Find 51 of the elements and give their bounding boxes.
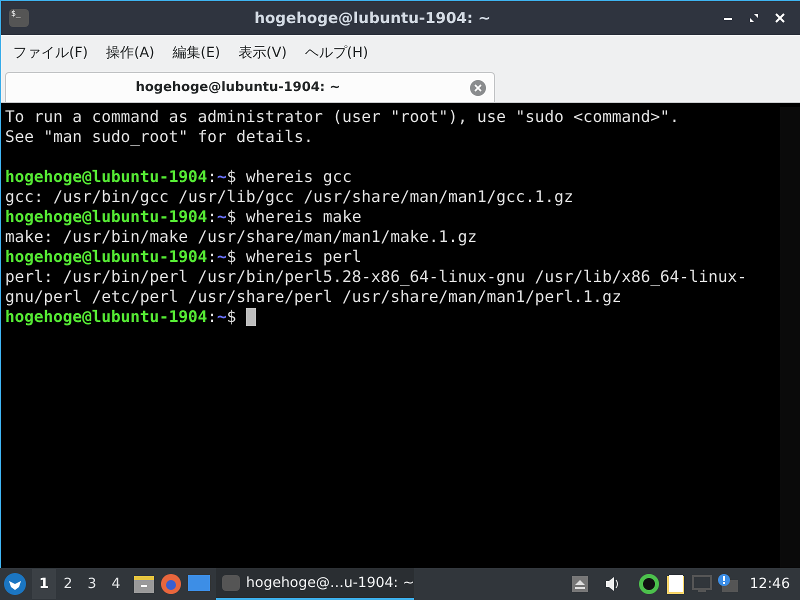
task-button[interactable]: hogehoge@…u-1904: ~	[216, 568, 414, 600]
prompt-path: ~	[216, 307, 227, 327]
browser-icon[interactable]	[160, 573, 182, 595]
desktop-switch-button[interactable]: 2	[56, 569, 80, 599]
menu-item[interactable]: 表示(V)	[230, 38, 295, 68]
prompt-separator: :	[207, 307, 217, 327]
clock[interactable]: 12:46	[744, 574, 796, 594]
menu-item[interactable]: 編集(E)	[164, 38, 228, 68]
prompt-path: ~	[216, 247, 227, 267]
command-text: whereis gcc	[246, 167, 352, 187]
start-menu-icon[interactable]	[4, 573, 26, 595]
restore-icon[interactable]	[749, 13, 759, 23]
prompt-user: hogehoge@lubuntu-1904	[5, 307, 208, 327]
prompt-path: ~	[216, 207, 227, 227]
menu-item[interactable]: ヘルプ(H)	[296, 38, 376, 68]
prompt-sign: $	[226, 247, 236, 267]
close-tab-icon[interactable]	[470, 80, 486, 96]
prompt-path: ~	[216, 167, 227, 187]
terminal-output: gnu/perl /etc/perl /usr/share/perl /usr/share/man/man1/perl.1.gz	[5, 287, 622, 307]
prompt-separator: :	[207, 247, 217, 267]
terminal-output: gcc: /usr/bin/gcc /usr/lib/gcc /usr/share/man/man1/gcc.1.gz	[5, 187, 574, 207]
desktop-switch-button[interactable]: 1	[32, 569, 56, 599]
desktop-switch-button[interactable]: 4	[104, 569, 128, 599]
prompt-sign: $	[226, 307, 236, 327]
terminal-output: To run a command as administrator (user "root"), use "sudo <command>".	[5, 107, 680, 127]
command-text: whereis make	[246, 207, 362, 227]
prompt-sign: $	[226, 207, 236, 227]
terminal-output: make: /usr/bin/make /usr/share/man/man1/make.1.gz	[5, 227, 478, 247]
window-title: hogehoge@lubuntu-1904: ~	[253, 8, 492, 29]
desktop-icon[interactable]	[188, 575, 210, 593]
prompt-separator: :	[207, 207, 217, 227]
eject-icon[interactable]	[572, 576, 588, 592]
ring-icon[interactable]	[638, 573, 660, 595]
scrollbar[interactable]	[780, 107, 800, 568]
prompt-sign: $	[226, 167, 236, 187]
menu-item[interactable]: 操作(A)	[98, 38, 162, 68]
terminal-app-icon: $_	[9, 9, 29, 27]
notification-icon[interactable]	[718, 574, 738, 594]
file-manager-icon[interactable]	[134, 574, 154, 594]
prompt-user: hogehoge@lubuntu-1904	[5, 167, 208, 187]
tab[interactable]: hogehoge@lubuntu-1904: ~	[5, 72, 495, 102]
menu-item[interactable]: ファイル(F)	[5, 38, 96, 68]
desktop-switch-button[interactable]: 3	[80, 569, 104, 599]
prompt-user: hogehoge@lubuntu-1904	[5, 207, 208, 227]
prompt-separator: :	[207, 167, 217, 187]
prompt-user: hogehoge@lubuntu-1904	[5, 247, 208, 267]
command-text: whereis perl	[246, 247, 362, 267]
terminal-output: See "man sudo_root" for details.	[5, 127, 314, 147]
close-icon[interactable]	[775, 13, 785, 23]
terminal-output: perl: /usr/bin/perl /usr/bin/perl5.28-x86_64-linux-gnu /usr/lib/x86_64-linux-	[5, 267, 747, 287]
clipboard-icon[interactable]	[666, 573, 686, 595]
